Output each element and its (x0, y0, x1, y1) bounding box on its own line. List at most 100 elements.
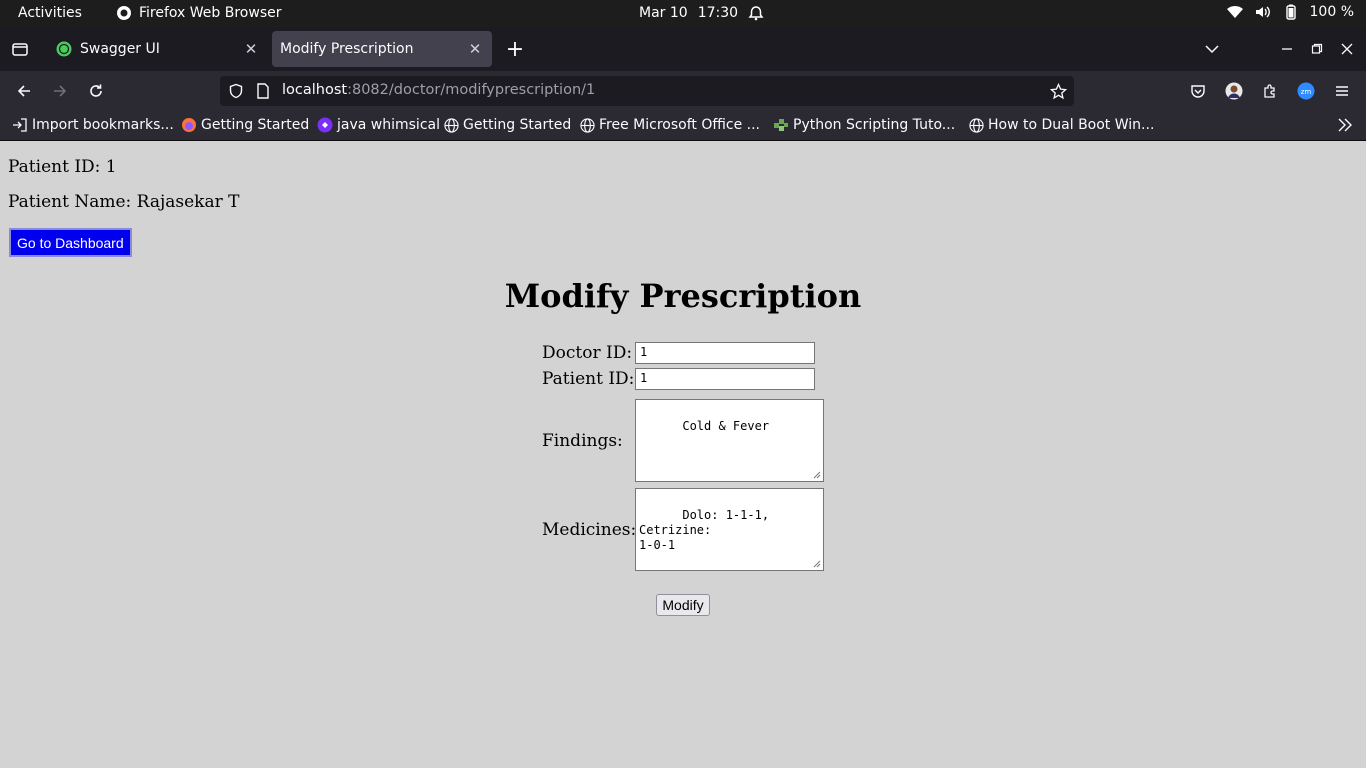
activities-button[interactable]: Activities (18, 5, 82, 21)
chevron-double-right-icon (1338, 118, 1352, 132)
chevron-down-icon (1205, 45, 1219, 54)
system-top-bar: Activities Firefox Web Browser Mar 10 17… (0, 0, 1366, 27)
close-tab-icon[interactable]: ✕ (242, 40, 260, 58)
doctor-id-input[interactable]: 1 (635, 342, 815, 364)
tab-title: Modify Prescription (280, 41, 414, 57)
zoom-icon: zm (1297, 82, 1315, 100)
bookmark-label: How to Dual Boot Win... (988, 117, 1155, 133)
pocket-icon (1191, 85, 1205, 98)
reload-button[interactable] (82, 77, 110, 105)
bookmark-label: Free Microsoft Office ... (599, 117, 760, 133)
medicines-label: Medicines: (542, 520, 637, 540)
clock-time: 17:30 (697, 5, 739, 21)
avatar-icon (1225, 82, 1243, 100)
bookmarks-toolbar: Import bookmarks... Getting Started java… (0, 111, 1366, 141)
forward-button[interactable] (46, 77, 74, 105)
import-icon (13, 118, 27, 132)
findings-text: Cold & Fever (682, 419, 770, 433)
close-window-button[interactable] (1332, 27, 1362, 71)
app-name: Firefox Web Browser (139, 5, 282, 21)
back-button[interactable] (10, 77, 38, 105)
globe-icon (580, 117, 595, 133)
patient-id-label: Patient ID: (542, 369, 635, 389)
tab-modify-prescription[interactable]: Modify Prescription ✕ (272, 31, 492, 67)
alarm-icon (748, 6, 764, 21)
tab-strip: Swagger UI ✕ Modify Prescription ✕ + (0, 27, 1366, 71)
new-tab-button[interactable]: + (500, 27, 530, 71)
doctor-id-label: Doctor ID: (542, 343, 633, 363)
restore-button[interactable] (1302, 27, 1332, 71)
firefox-view-icon (12, 43, 28, 56)
volume-icon (1255, 6, 1270, 18)
resize-grip-icon[interactable] (812, 470, 821, 479)
hamburger-menu-icon (1336, 86, 1348, 96)
plus-icon: + (505, 36, 525, 62)
zoom-extension-button[interactable]: zm (1292, 77, 1320, 105)
navigation-toolbar: localhost:8082/doctor/modifyprescription… (0, 71, 1366, 111)
globe-icon (969, 117, 984, 133)
bookmark-label: Getting Started (201, 117, 310, 133)
close-tab-icon[interactable]: ✕ (466, 40, 484, 58)
firefox-icon (182, 118, 196, 132)
patient-id-text: Patient ID: 1 (8, 157, 117, 177)
bookmark-label: java whimsical (337, 117, 440, 133)
patient-id-input[interactable]: 1 (635, 368, 815, 390)
app-menu-button[interactable] (1328, 77, 1356, 105)
bookmark-java-whimsical[interactable]: java whimsical (317, 117, 440, 133)
system-status-area[interactable]: 100 % (1226, 4, 1354, 20)
findings-label: Findings: (542, 431, 623, 451)
tab-title: Swagger UI (80, 41, 160, 57)
list-all-tabs-button[interactable] (1197, 27, 1227, 71)
pocket-button[interactable] (1184, 77, 1212, 105)
url-path: :8082/doctor/modifyprescription/1 (347, 82, 596, 98)
reload-icon (90, 84, 102, 97)
url-text[interactable]: localhost:8082/doctor/modifyprescription… (282, 82, 595, 98)
clock[interactable]: Mar 10 17:30 (639, 5, 764, 21)
medicines-textarea[interactable]: Dolo: 1-1-1, Cetrizine: 1-0-1 (635, 488, 824, 571)
url-host: localhost (282, 82, 348, 98)
extensions-button[interactable] (1256, 77, 1284, 105)
firefox-icon (117, 6, 131, 20)
shield-icon[interactable] (228, 83, 244, 99)
globe-icon (444, 117, 459, 133)
page-content: Patient ID: 1 Patient Name: Rajasekar T … (0, 141, 1366, 768)
battery-percent: 100 % (1309, 4, 1354, 20)
patient-name-text: Patient Name: Rajasekar T (8, 192, 240, 212)
account-button[interactable] (1220, 77, 1248, 105)
bookmarks-overflow-button[interactable] (1338, 118, 1352, 132)
bookmark-import[interactable]: Import bookmarks... (12, 117, 174, 133)
puzzle-icon (1264, 84, 1275, 98)
findings-textarea[interactable]: Cold & Fever (635, 399, 824, 482)
resize-grip-icon[interactable] (812, 559, 821, 568)
go-to-dashboard-button[interactable]: Go to Dashboard (9, 228, 132, 257)
minimize-icon (1282, 48, 1292, 50)
arrow-left-icon (17, 85, 30, 97)
clock-date: Mar 10 (639, 5, 688, 21)
bookmark-python-scripting[interactable]: Python Scripting Tuto... (773, 117, 955, 133)
app-menu[interactable]: Firefox Web Browser (116, 5, 282, 21)
page-icon[interactable] (256, 83, 270, 99)
tab-swagger-ui[interactable]: Swagger UI ✕ (46, 31, 268, 67)
bookmark-free-microsoft-office[interactable]: Free Microsoft Office ... (580, 117, 760, 133)
bookmark-getting-started[interactable]: Getting Started (181, 117, 309, 133)
bookmark-label: Python Scripting Tuto... (793, 117, 956, 133)
arrow-right-icon (54, 85, 67, 97)
firefox-view-button[interactable] (5, 27, 35, 71)
python-icon (774, 119, 788, 131)
bookmark-label: Getting Started (463, 117, 572, 133)
page-title: Modify Prescription (504, 277, 862, 315)
battery-icon (1285, 4, 1296, 20)
bookmark-dual-boot[interactable]: How to Dual Boot Win... (969, 117, 1154, 133)
restore-icon (1311, 43, 1323, 54)
wifi-icon (1226, 6, 1243, 18)
star-icon[interactable] (1050, 83, 1067, 100)
swagger-icon (56, 41, 72, 57)
address-bar[interactable]: localhost:8082/doctor/modifyprescription… (220, 76, 1074, 106)
modify-button[interactable]: Modify (656, 594, 710, 616)
medicines-text: Dolo: 1-1-1, Cetrizine: 1-0-1 (639, 508, 770, 552)
bookmark-getting-started-2[interactable]: Getting Started (444, 117, 571, 133)
close-icon (1341, 43, 1353, 55)
bookmark-label: Import bookmarks... (32, 117, 174, 133)
minimize-button[interactable] (1272, 27, 1302, 71)
svg-text:zm: zm (1301, 88, 1312, 96)
